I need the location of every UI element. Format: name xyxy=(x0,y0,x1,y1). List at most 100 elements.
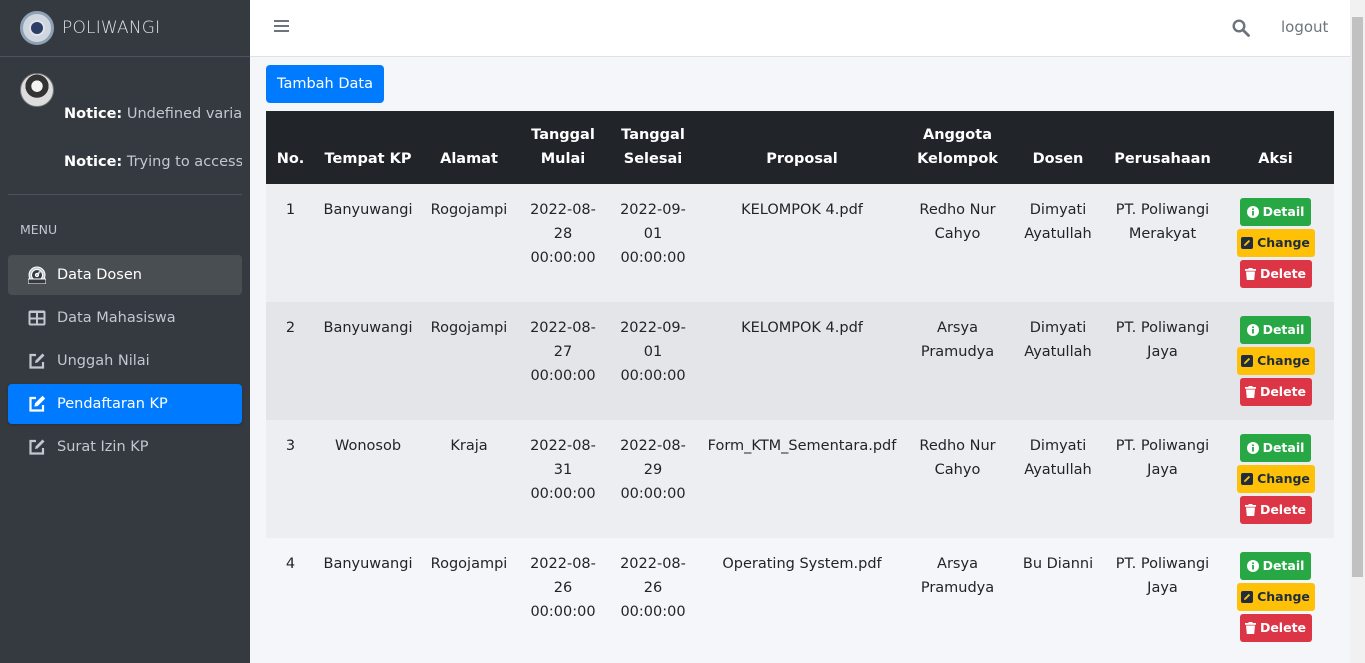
column-header: Alamat xyxy=(421,111,517,184)
logout-link[interactable]: logout xyxy=(1281,18,1328,36)
cell-proposal: Form_KTM_Sementara.pdf xyxy=(697,420,907,538)
cell-tanggal-mulai: 2022-08- 27 00:00:00 xyxy=(517,302,609,420)
table-row: 3 Wonosob Kraja 2022-08- 31 00:00:00 2022-08- 2… xyxy=(266,420,1334,538)
column-header: Proposal xyxy=(697,111,907,184)
trash-icon xyxy=(1244,268,1256,280)
cell-perusahaan: PT. Poliwangi Jaya xyxy=(1108,420,1217,538)
cell-tempat-kp: Wonosob xyxy=(315,420,421,538)
change-button[interactable]: Change xyxy=(1236,347,1315,375)
table-icon xyxy=(28,309,46,327)
table-row: 4 Banyuwangi Rogojampi 2022-08- 26 00:00:00 20… xyxy=(266,538,1334,656)
table-header-row: No. Tempat KP Alamat Tanggal Mulai Tangga… xyxy=(266,111,1334,184)
sidebar-item-data-mahasiswa[interactable]: Data Mahasiswa xyxy=(8,298,242,338)
cell-alamat: Kraja xyxy=(421,420,517,538)
column-header: Dosen xyxy=(1008,111,1108,184)
notice-message: Notice: Undefined variable xyxy=(64,106,242,122)
cell-alamat: Rogojampi xyxy=(421,184,517,302)
cell-no: 4 xyxy=(266,538,315,656)
cell-tanggal-selesai: 2022-09- 01 00:00:00 xyxy=(609,302,697,420)
sidebar-item-surat-izin-kp[interactable]: Surat Izin KP xyxy=(8,427,242,467)
info-icon xyxy=(1246,206,1259,218)
delete-button[interactable]: Delete xyxy=(1239,260,1312,288)
info-icon xyxy=(1246,560,1259,572)
page-scrollbar[interactable] xyxy=(1350,0,1365,663)
column-header: No. xyxy=(266,111,315,184)
sidebar: POLIWANGI Notice: Undefined variable Not… xyxy=(0,0,250,663)
cell-aksi: Detail Change Delete xyxy=(1217,538,1334,656)
tambah-data-button[interactable]: Tambah Data xyxy=(266,65,384,103)
column-header: Tanggal Selesai xyxy=(609,111,697,184)
delete-button[interactable]: Delete xyxy=(1239,496,1312,524)
cell-perusahaan: PT. Poliwangi Jaya xyxy=(1108,302,1217,420)
sidebar-item-label: Surat Izin KP xyxy=(57,439,149,455)
cell-tempat-kp: Banyuwangi xyxy=(315,302,421,420)
cell-aksi: Detail Change Delete xyxy=(1217,420,1334,538)
cell-alamat: Rogojampi xyxy=(421,538,517,656)
cell-proposal: KELOMPOK 4.pdf xyxy=(697,184,907,302)
cell-perusahaan: PT. Poliwangi Merakyat xyxy=(1108,184,1217,302)
cell-anggota: Arsya Pramudya xyxy=(907,302,1008,420)
cell-anggota: Redho Nur Cahyo xyxy=(907,184,1008,302)
detail-button[interactable]: Detail xyxy=(1240,552,1311,580)
cell-anggota: Redho Nur Cahyo xyxy=(907,420,1008,538)
topbar: logout xyxy=(250,0,1350,57)
cell-tanggal-selesai: 2022-09- 01 00:00:00 xyxy=(609,184,697,302)
sidebar-item-unggah-nilai[interactable]: Unggah Nilai xyxy=(8,341,242,381)
cell-tanggal-mulai: 2022-08- 26 00:00:00 xyxy=(517,538,609,656)
cell-aksi: Detail Change Delete xyxy=(1217,302,1334,420)
cell-tanggal-selesai: 2022-08- 29 00:00:00 xyxy=(609,420,697,538)
edit-icon xyxy=(28,438,46,456)
cell-proposal: KELOMPOK 4.pdf xyxy=(697,302,907,420)
sidebar-item-pendaftaran-kp[interactable]: Pendaftaran KP xyxy=(8,384,242,424)
sidebar-item-data-dosen[interactable]: Data Dosen xyxy=(8,255,242,295)
avatar[interactable] xyxy=(20,73,54,107)
sidebar-nav: Data Dosen Data Mahasiswa Unggah Nilai P… xyxy=(0,255,250,467)
search-icon[interactable] xyxy=(1232,19,1252,39)
sidebar-item-label: Unggah Nilai xyxy=(57,353,150,369)
cell-proposal: Operating System.pdf xyxy=(697,538,907,656)
change-button[interactable]: Change xyxy=(1236,465,1315,493)
cell-tempat-kp: Banyuwangi xyxy=(315,184,421,302)
cell-dosen: Dimyati Ayatullah xyxy=(1008,302,1108,420)
sidebar-item-label: Data Mahasiswa xyxy=(57,310,176,326)
dashboard-icon xyxy=(28,266,46,284)
cell-alamat: Rogojampi xyxy=(421,302,517,420)
info-icon xyxy=(1246,442,1259,454)
cell-tempat-kp: Banyuwangi xyxy=(315,538,421,656)
cell-anggota: Arsya Pramudya xyxy=(907,538,1008,656)
cell-tanggal-mulai: 2022-08- 31 00:00:00 xyxy=(517,420,609,538)
brand-link[interactable]: POLIWANGI xyxy=(0,0,250,57)
cell-aksi: Detail Change Delete xyxy=(1217,184,1334,302)
sidebar-item-label: Pendaftaran KP xyxy=(57,396,168,412)
menu-header: MENU xyxy=(20,222,58,237)
column-header: Perusahaan xyxy=(1108,111,1217,184)
sidebar-item-label: Data Dosen xyxy=(57,267,142,283)
delete-button[interactable]: Delete xyxy=(1239,614,1312,642)
scrollbar-thumb[interactable] xyxy=(1352,17,1363,577)
cell-no: 2 xyxy=(266,302,315,420)
trash-icon xyxy=(1244,386,1256,398)
cell-dosen: Dimyati Ayatullah xyxy=(1008,420,1108,538)
column-header: Tempat KP xyxy=(315,111,421,184)
change-button[interactable]: Change xyxy=(1236,583,1315,611)
info-icon xyxy=(1246,324,1259,336)
edit-icon xyxy=(1241,473,1254,485)
cell-perusahaan: PT. Poliwangi Jaya xyxy=(1108,538,1217,656)
detail-button[interactable]: Detail xyxy=(1240,198,1311,226)
column-header: Tanggal Mulai xyxy=(517,111,609,184)
menu-toggle-icon[interactable] xyxy=(274,20,289,34)
trash-icon xyxy=(1244,504,1256,516)
detail-button[interactable]: Detail xyxy=(1240,434,1311,462)
edit-icon xyxy=(1241,355,1254,367)
cell-no: 3 xyxy=(266,420,315,538)
kp-table: No. Tempat KP Alamat Tanggal Mulai Tangga… xyxy=(266,111,1334,656)
change-button[interactable]: Change xyxy=(1236,229,1315,257)
detail-button[interactable]: Detail xyxy=(1240,316,1311,344)
edit-icon xyxy=(28,395,46,413)
user-panel: Notice: Undefined variable Notice: Tryin… xyxy=(8,57,242,195)
edit-icon xyxy=(1241,237,1254,249)
delete-button[interactable]: Delete xyxy=(1239,378,1312,406)
table-row: 2 Banyuwangi Rogojampi 2022-08- 27 00:00:00 20… xyxy=(266,302,1334,420)
column-header: Anggota Kelompok xyxy=(907,111,1008,184)
cell-no: 1 xyxy=(266,184,315,302)
